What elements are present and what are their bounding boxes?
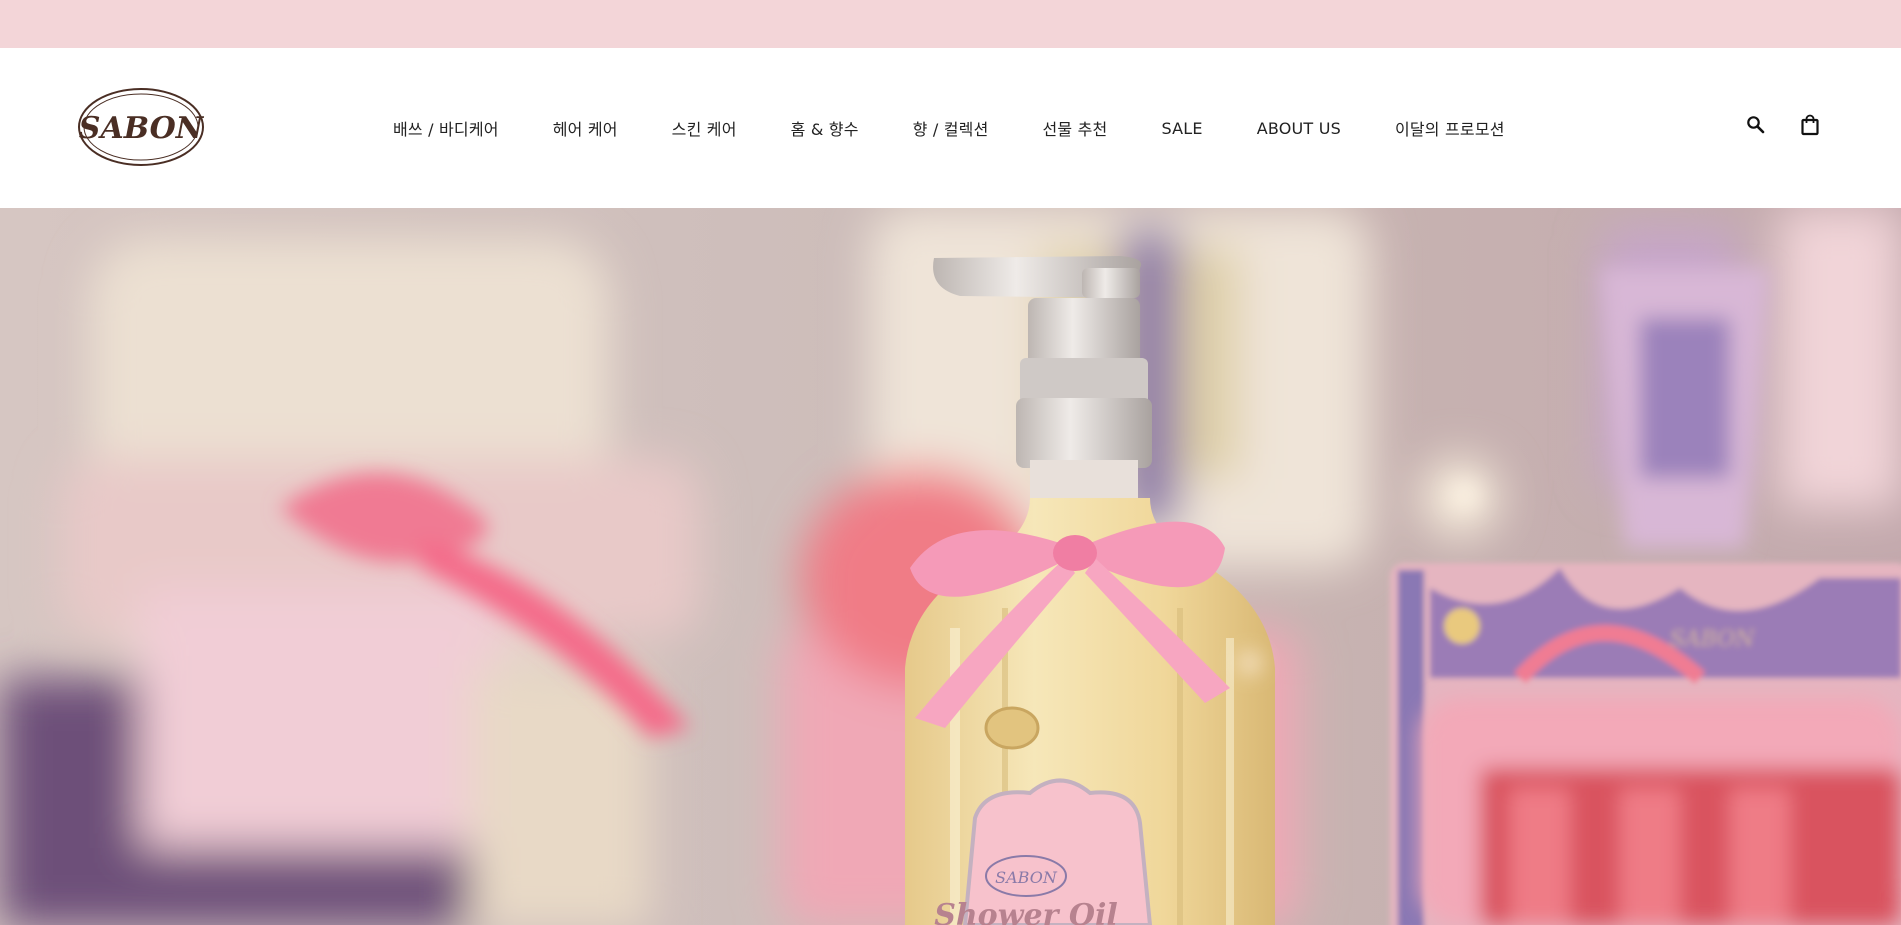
nav-item-home-fragrance[interactable]: 홈 & 향수 [791, 116, 859, 140]
search-button[interactable] [1743, 112, 1769, 138]
nav-item-bath-body[interactable]: 배쓰 / 바디케어 [393, 116, 499, 140]
main-navigation: 배쓰 / 바디케어 헤어 케어 스킨 케어 홈 & 향수 향 / 컬렉션 선물 … [393, 108, 1505, 148]
search-icon [1747, 116, 1765, 134]
nav-item-sale[interactable]: SALE [1161, 119, 1202, 138]
nav-item-about-us[interactable]: ABOUT US [1257, 119, 1341, 138]
nav-item-hair-care[interactable]: 헤어 케어 [553, 116, 618, 140]
header-actions [1743, 112, 1823, 138]
nav-item-monthly-promotion[interactable]: 이달의 프로모션 [1395, 116, 1505, 140]
tin-brand-text: SABON [1670, 627, 1756, 652]
brand-logo[interactable]: SABON [76, 86, 206, 168]
shopping-bag-icon [1801, 114, 1819, 136]
nav-item-scent-collection[interactable]: 향 / 컬렉션 [913, 116, 989, 140]
promo-banner [0, 0, 1901, 48]
bottle-product-text: Shower Oil [934, 898, 1118, 925]
hero-banner[interactable]: SABON SABON Shower Oil [0, 208, 1901, 925]
nav-item-gift[interactable]: 선물 추천 [1042, 116, 1107, 140]
logo-wordmark: SABON [79, 111, 205, 146]
bottle-brand-text: SABON [995, 868, 1058, 887]
hero-image: SABON SABON Shower Oil [0, 208, 1901, 925]
nav-item-skin-care[interactable]: 스킨 케어 [672, 116, 737, 140]
cart-button[interactable] [1797, 112, 1823, 138]
sabon-logo-icon: SABON [78, 88, 205, 166]
site-header: SABON 배쓰 / 바디케어 헤어 케어 스킨 케어 홈 & 향수 향 / 컬… [0, 48, 1901, 208]
